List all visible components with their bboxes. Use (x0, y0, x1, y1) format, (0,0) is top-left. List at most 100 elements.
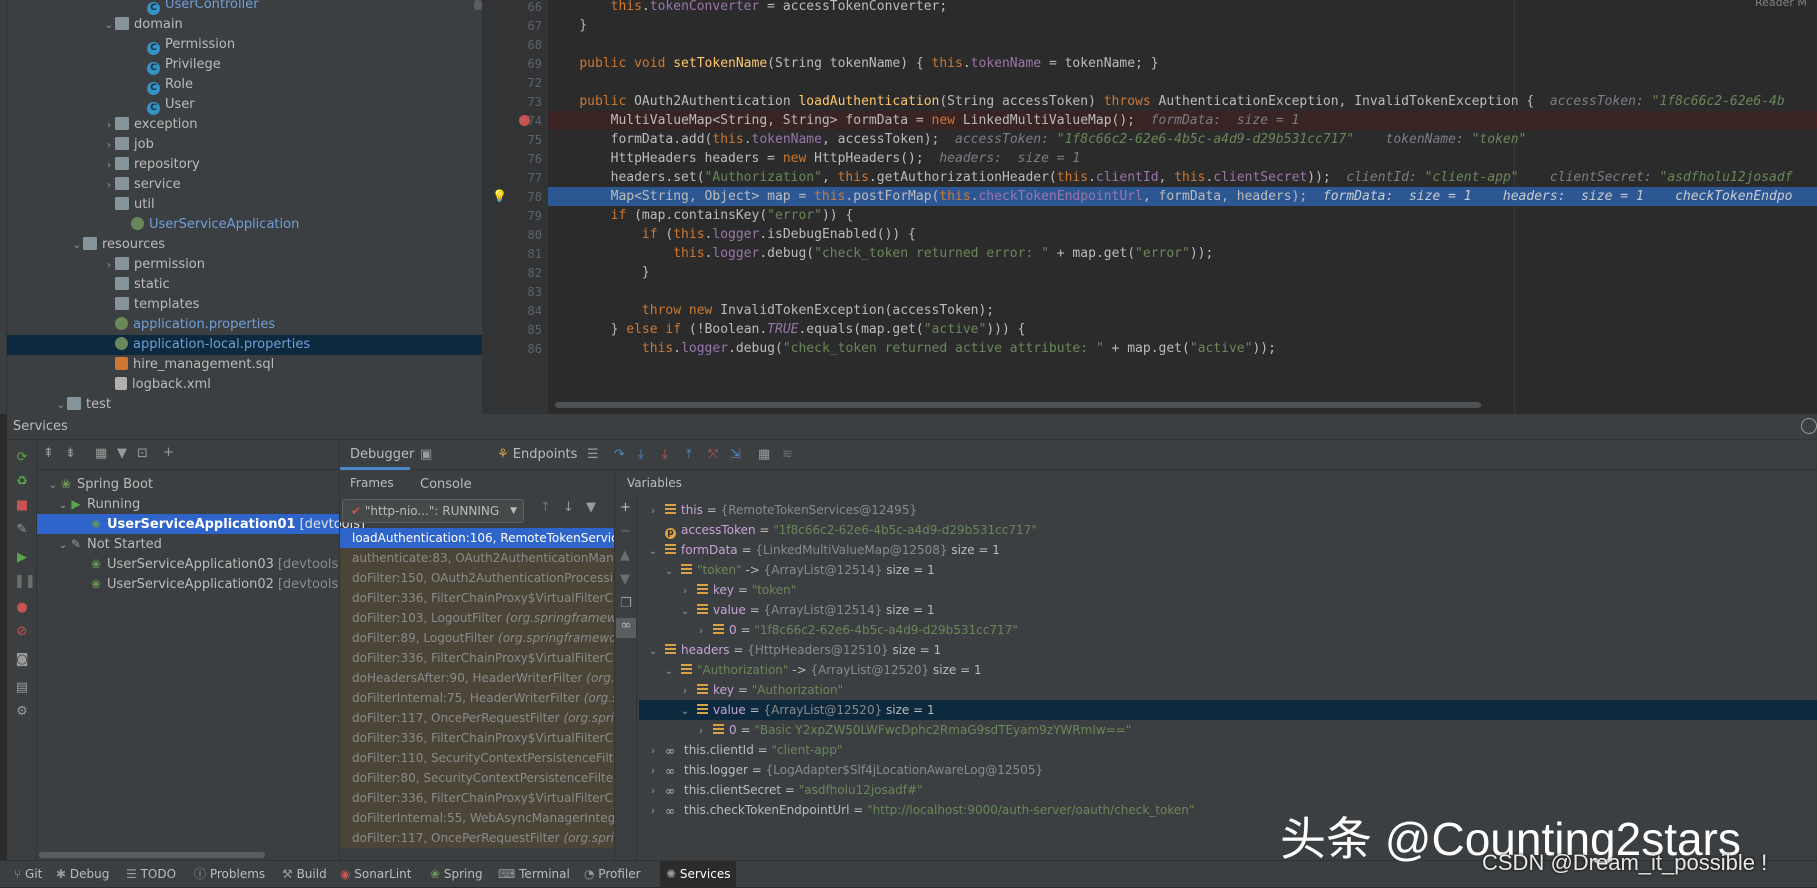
chevron-right-icon[interactable]: › (695, 722, 707, 742)
new-tab-icon[interactable]: ⊡ (137, 446, 148, 461)
code-line[interactable]: MultiValueMap<String, String> formData =… (548, 111, 1817, 130)
stack-frame[interactable]: doFilter:89, LogoutFilter (org.springfra… (340, 628, 614, 648)
editor-hscrollbar[interactable] (555, 402, 1481, 408)
code-line[interactable] (548, 73, 1817, 92)
variable-row[interactable]: › ∞ this.logger = {LogAdapter$Slf4jLocatio… (639, 760, 1817, 780)
stack-frame[interactable]: doFilter:103, LogoutFilter (org.springfr… (340, 608, 614, 628)
project-tree-item[interactable]: ⌄ resources (7, 235, 482, 255)
chevron-right-icon[interactable]: › (647, 782, 659, 802)
chevron-right-icon[interactable]: › (103, 116, 115, 136)
stack-frame[interactable]: doFilter:117, OncePerRequestFilter (org.… (340, 828, 614, 848)
variable-row[interactable]: › 0 = "1f8c66c2-62e6-4b5c-a4d9-d29b531cc7… (639, 620, 1817, 640)
project-tree-item[interactable]: static (7, 275, 482, 295)
view-breakpoints-icon[interactable]: ● (14, 600, 30, 616)
copy-icon[interactable]: ❐ (620, 596, 632, 611)
chevron-down-icon[interactable]: ⌄ (647, 642, 659, 662)
chevron-down-icon[interactable]: ⌄ (57, 536, 69, 556)
chevron-down-icon[interactable]: ⌄ (57, 496, 69, 516)
stack-frame[interactable]: doFilter:336, FilterChainProxy$VirtualFi… (340, 728, 614, 748)
thread-selector[interactable]: ✔ "http-nio...": RUNNING ▼ (342, 499, 524, 523)
project-tree-item[interactable]: templates (7, 295, 482, 315)
filter-icon[interactable]: ▼ (117, 446, 127, 461)
project-tree-item[interactable]: › exception (7, 115, 482, 135)
project-tree-item[interactable]: › service (7, 175, 482, 195)
stack-frame[interactable]: doFilter:110, SecurityContextPersistence… (340, 748, 614, 768)
project-tree-item[interactable]: › job (7, 135, 482, 155)
tool-tab-spring[interactable]: ❀ Spring (430, 861, 483, 888)
expand-all-icon[interactable]: ⇞ (43, 446, 54, 461)
run-to-cursor-icon[interactable]: ⇲ (730, 440, 741, 470)
project-tree-item[interactable]: logback.xml (7, 375, 482, 395)
stack-frame[interactable]: doHeadersAfter:90, HeaderWriterFilter (o… (340, 668, 614, 688)
breakpoint-icon[interactable] (519, 115, 530, 126)
variable-row[interactable]: ⌄ value = {ArrayList@12520} size = 1 (639, 700, 1817, 720)
variable-row[interactable]: ⌄ formData = {LinkedMultiValueMap@12508} … (639, 540, 1817, 560)
chevron-right-icon[interactable]: › (647, 502, 659, 522)
tab-console[interactable]: ▣ Console (420, 440, 488, 492)
stack-frame[interactable]: doFilter:117, OncePerRequestFilter (org.… (340, 708, 614, 728)
trace-icon[interactable]: ≋ (782, 440, 793, 470)
chevron-down-icon[interactable]: ⌄ (103, 16, 115, 36)
variable-row[interactable]: › this = {RemoteTokenServices@12495} (639, 500, 1817, 520)
code-line[interactable]: if (map.containsKey("error")) { (548, 206, 1817, 225)
code-line[interactable]: this.logger.debug("check_token returned … (548, 339, 1817, 358)
chevron-down-icon[interactable]: ⌄ (679, 602, 691, 622)
service-tree-item[interactable]: ⌄ ❀ Spring Boot (37, 474, 339, 494)
code-line[interactable]: HttpHeaders headers = new HttpHeaders();… (548, 149, 1817, 168)
project-tree-item[interactable]: util (7, 195, 482, 215)
code-editor[interactable]: Reader M 66 this.tokenConverter = access… (482, 0, 1817, 414)
tab-debugger[interactable]: Debugger (340, 440, 414, 470)
variable-row[interactable]: › ∞ this.clientSecret = "asdfholu12josadf#… (639, 780, 1817, 800)
chevron-right-icon[interactable]: › (647, 742, 659, 762)
tool-tab-sonarlint[interactable]: ◉ SonarLint (340, 861, 411, 888)
service-tree-item[interactable]: ⌄ ✎ Not Started (37, 534, 339, 554)
chevron-right-icon[interactable]: › (695, 622, 707, 642)
code-line[interactable]: public void setTokenName(String tokenNam… (548, 54, 1817, 73)
project-tree-item[interactable]: C Role (7, 75, 482, 95)
variable-row[interactable]: ⌄ headers = {HttpHeaders@12510} size = 1 (639, 640, 1817, 660)
tool-tab-services[interactable]: ✺ Services (660, 861, 737, 888)
remove-watch-icon[interactable]: − (620, 524, 631, 539)
stack-frame[interactable]: doFilter:336, FilterChainProxy$VirtualFi… (340, 788, 614, 808)
stack-frame[interactable]: authenticate:83, OAuth2AuthenticationMan… (340, 548, 614, 568)
variable-row[interactable]: ⌄ "Authorization" -> {ArrayList@12520} si… (639, 660, 1817, 680)
chevron-down-icon[interactable]: ⌄ (663, 562, 675, 582)
chevron-right-icon[interactable]: › (679, 682, 691, 702)
variable-row[interactable]: ⌄ "token" -> {ArrayList@12514} size = 1 (639, 560, 1817, 580)
stack-frame[interactable]: doFilterInternal:55, WebAsyncManagerInte… (340, 808, 614, 828)
settings-icon[interactable]: ⚙ (14, 704, 30, 720)
chevron-right-icon[interactable]: › (103, 156, 115, 176)
project-tree-item[interactable]: application.properties (7, 315, 482, 335)
step-out-icon[interactable]: ⤒ (686, 440, 692, 470)
drop-frame-icon[interactable]: ⤧ (708, 440, 718, 470)
chevron-down-icon[interactable]: ⌄ (55, 396, 67, 414)
chevron-right-icon[interactable]: › (103, 256, 115, 276)
intention-bulb-icon[interactable]: 💡 (492, 189, 507, 203)
code-line[interactable]: } (548, 263, 1817, 282)
frame-down-icon[interactable]: ↓ (563, 500, 574, 515)
project-tree-item[interactable]: UserServiceApplication (7, 215, 482, 235)
tool-tab-todo[interactable]: ☰ TODO (126, 861, 176, 888)
add-service-icon[interactable]: + (163, 445, 174, 460)
stop-icon[interactable]: ■ (14, 498, 30, 514)
chevron-right-icon[interactable]: › (103, 136, 115, 156)
project-tree-item[interactable]: ⌄ test (7, 395, 482, 414)
chevron-down-icon[interactable]: ⌄ (647, 542, 659, 562)
project-tree-item[interactable]: application-local.properties (7, 335, 482, 355)
variable-row[interactable]: ⌄ value = {ArrayList@12514} size = 1 (639, 600, 1817, 620)
tool-tab-debug[interactable]: ✱ Debug (56, 861, 109, 888)
code-line[interactable]: Map<String, Object> map = this.postForMa… (548, 187, 1817, 206)
variable-row[interactable]: › 0 = "Basic Y2xpZW50LWFwcDphc2RmaG9sdTEy… (639, 720, 1817, 740)
evaluate-icon[interactable]: ▦ (758, 440, 770, 470)
group-icon[interactable]: ▦ (95, 446, 107, 461)
code-line[interactable]: } (548, 16, 1817, 35)
menu-icon[interactable]: ☰ (587, 440, 599, 470)
project-tree-item[interactable]: C Permission (7, 35, 482, 55)
project-tree-item[interactable]: hire_management.sql (7, 355, 482, 375)
service-tree-item[interactable]: ⌄ ▶ Running (37, 494, 339, 514)
tool-tab-problems[interactable]: ⓘ Problems (194, 861, 265, 888)
variable-row[interactable]: › key = "token" (639, 580, 1817, 600)
step-into-icon[interactable]: ⤓ (638, 440, 644, 470)
chevron-right-icon[interactable]: › (679, 582, 691, 602)
collapse-all-icon[interactable]: ⇟ (65, 446, 76, 461)
